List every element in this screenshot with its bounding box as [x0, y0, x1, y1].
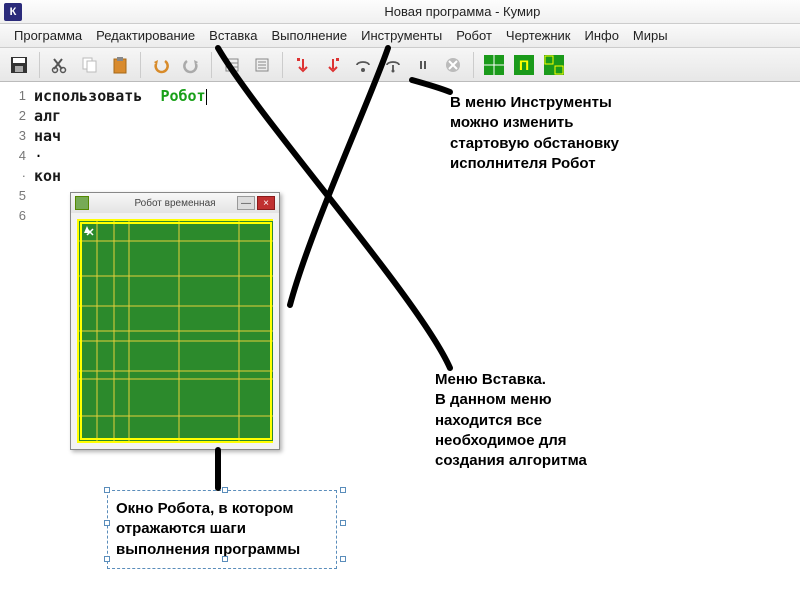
grid-green-button[interactable] — [481, 52, 507, 78]
robot-window-title: Робот временная — [134, 198, 215, 209]
grid-button-2[interactable] — [541, 52, 567, 78]
line-gutter: 1 2 3 4 · 5 6 — [0, 82, 34, 599]
line-number: 3 — [0, 126, 34, 146]
line-number: 6 — [0, 206, 34, 226]
robot-window-titlebar[interactable]: Робот временная — × — [71, 193, 279, 213]
menu-insert[interactable]: Вставка — [203, 25, 263, 46]
stop-button[interactable] — [440, 52, 466, 78]
code-keyword: кон — [34, 167, 61, 185]
separator — [282, 52, 283, 78]
clear-button[interactable] — [219, 52, 245, 78]
menu-edit[interactable]: Редактирование — [90, 25, 201, 46]
robot-field[interactable] — [77, 219, 273, 443]
step-out-button[interactable] — [410, 52, 436, 78]
selection-handle[interactable] — [340, 556, 346, 562]
run-button[interactable] — [290, 52, 316, 78]
paste-button[interactable] — [107, 52, 133, 78]
cut-button[interactable] — [47, 52, 73, 78]
line-number: 5 — [0, 186, 34, 206]
annotation-insert: Меню Вставка. В данном меню находится вс… — [435, 370, 595, 471]
robot-window[interactable]: Робот временная — × — [70, 192, 280, 450]
line-number: 2 — [0, 106, 34, 126]
close-button[interactable]: × — [257, 196, 275, 210]
robot-app-icon — [75, 196, 89, 210]
line-number: 4 — [0, 146, 34, 166]
menu-worlds[interactable]: Миры — [627, 25, 674, 46]
save-button[interactable] — [6, 52, 32, 78]
svg-text:П: П — [519, 57, 529, 73]
step-into-button[interactable] — [380, 52, 406, 78]
step-over-button[interactable] — [350, 52, 376, 78]
window-title: Новая программа - Кумир — [384, 4, 540, 19]
selection-handle[interactable] — [104, 520, 110, 526]
code-keyword: использовать — [34, 87, 142, 105]
selection-handle[interactable] — [222, 556, 228, 562]
code-robot: Робот — [160, 87, 205, 105]
separator — [39, 52, 40, 78]
list-button[interactable] — [249, 52, 275, 78]
window-titlebar: К Новая программа - Кумир — [0, 0, 800, 24]
minimize-button[interactable]: — — [237, 196, 255, 210]
menu-tools[interactable]: Инструменты — [355, 25, 448, 46]
menu-run[interactable]: Выполнение — [265, 25, 353, 46]
selection-handle[interactable] — [104, 487, 110, 493]
pi-button[interactable]: П — [511, 52, 537, 78]
step-button[interactable] — [320, 52, 346, 78]
toolbar: П — [0, 48, 800, 82]
copy-button[interactable] — [77, 52, 103, 78]
selection-handle[interactable] — [104, 556, 110, 562]
annotation-robot-text: Окно Робота, в котором отражаются шаги в… — [116, 500, 300, 558]
menu-drafter[interactable]: Чертежник — [500, 25, 577, 46]
menubar: Программа Редактирование Вставка Выполне… — [0, 24, 800, 48]
selection-handle[interactable] — [222, 487, 228, 493]
separator — [473, 52, 474, 78]
separator — [140, 52, 141, 78]
separator — [211, 52, 212, 78]
undo-button[interactable] — [148, 52, 174, 78]
code-keyword: алг — [34, 107, 61, 125]
code-dot: · — [34, 147, 43, 165]
code-keyword: нач — [34, 127, 61, 145]
app-icon: К — [4, 3, 22, 21]
menu-program[interactable]: Программа — [8, 25, 88, 46]
annotation-tools: В меню Инструменты можно изменить старто… — [450, 93, 650, 174]
redo-button[interactable] — [178, 52, 204, 78]
line-number: · — [0, 166, 34, 186]
menu-robot[interactable]: Робот — [450, 25, 498, 46]
selection-handle[interactable] — [340, 487, 346, 493]
selection-handle[interactable] — [340, 520, 346, 526]
line-number: 1 — [0, 86, 34, 106]
menu-info[interactable]: Инфо — [578, 25, 624, 46]
